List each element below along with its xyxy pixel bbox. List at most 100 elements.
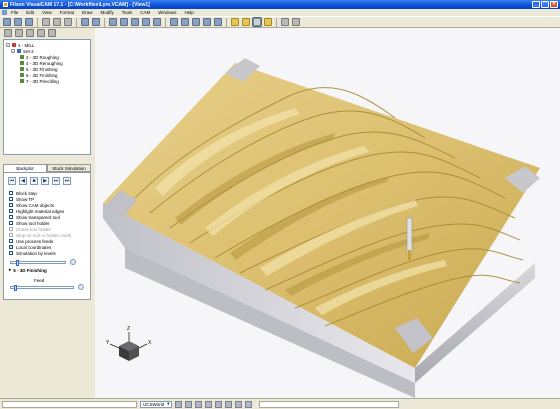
new-file-icon[interactable]: [3, 18, 11, 26]
copy-icon[interactable]: [53, 18, 61, 26]
menu-format[interactable]: Format: [60, 10, 74, 15]
menu-tools[interactable]: Tools: [122, 10, 133, 15]
snap-perp-icon[interactable]: [245, 400, 253, 408]
option-checkbox[interactable]: [9, 221, 13, 225]
tab-stock-simulation[interactable]: Stock Simulation: [47, 164, 91, 172]
graphics-viewport[interactable]: Y Z X: [95, 28, 560, 398]
option-checkbox[interactable]: ✓: [9, 245, 13, 249]
menu-file[interactable]: File: [11, 10, 18, 15]
tree-label: 2 - 3D Roughing: [26, 54, 59, 60]
cut-icon[interactable]: [42, 18, 50, 26]
snap-icon[interactable]: [281, 18, 289, 26]
option-checkbox[interactable]: [9, 215, 13, 219]
feed-reset-icon[interactable]: [78, 284, 84, 290]
undo-icon[interactable]: [81, 18, 89, 26]
redo-icon[interactable]: [92, 18, 100, 26]
option-checkbox[interactable]: [9, 197, 13, 201]
tree-regenerate-icon[interactable]: [37, 29, 45, 37]
maximize-button[interactable]: □: [541, 1, 549, 8]
chevron-down-icon[interactable]: ▾: [167, 401, 169, 407]
browser-pane: − 1 - MILL − Set-2 2 - 3D Roughing 4 - 3…: [0, 28, 94, 398]
option-row[interactable]: Stop on tool or holder crash: [9, 232, 71, 238]
tree-delete-icon[interactable]: [26, 29, 34, 37]
app-icon[interactable]: [3, 2, 8, 7]
feed-slider-thumb[interactable]: [14, 285, 18, 291]
step-slider-thumb[interactable]: [16, 260, 20, 266]
option-label: Show transparent tool: [16, 214, 60, 220]
rotate-icon[interactable]: [142, 18, 150, 26]
option-checkbox[interactable]: [9, 191, 13, 195]
stop-icon[interactable]: ■: [30, 177, 38, 185]
tab-backplot[interactable]: Backplot: [3, 164, 47, 172]
tree-label: 6 - 3D Finishing: [26, 72, 58, 78]
snap-center-icon[interactable]: [215, 400, 223, 408]
menu-draw[interactable]: Draw: [82, 10, 93, 15]
step-back-icon[interactable]: ◀: [19, 177, 27, 185]
status-bar: UCSWorld ▾: [0, 398, 560, 409]
step-slider[interactable]: [10, 260, 66, 266]
slider-reset-icon[interactable]: [70, 259, 76, 265]
snap-quad-icon[interactable]: [225, 400, 233, 408]
shaded-icon[interactable]: [231, 18, 239, 26]
grid-icon[interactable]: [292, 18, 300, 26]
wireframe-icon[interactable]: [242, 18, 250, 26]
option-row[interactable]: Simulation by levels: [9, 250, 71, 256]
tree-expand-icon[interactable]: [15, 29, 23, 37]
view-cube-icon[interactable]: [203, 18, 211, 26]
menu-windows[interactable]: Windows: [158, 10, 176, 15]
step-forward-icon[interactable]: ⏭: [52, 177, 60, 185]
tree-label: Set-2: [23, 48, 34, 54]
section-title: 5 - 3D Finishing: [13, 267, 47, 273]
option-checkbox[interactable]: [9, 203, 13, 207]
paste-icon[interactable]: [64, 18, 72, 26]
tree-op[interactable]: 7 - 3D Pencilling: [6, 78, 88, 84]
menu-view[interactable]: View: [42, 10, 52, 15]
option-checkbox[interactable]: [9, 251, 13, 255]
snap-intersect-icon[interactable]: [235, 400, 243, 408]
view-top-icon[interactable]: [170, 18, 178, 26]
tree-label: 5 - 3D Finishing: [26, 66, 58, 72]
menu-modify[interactable]: Modify: [101, 10, 114, 15]
tree-collapse-icon[interactable]: [4, 29, 12, 37]
open-file-icon[interactable]: [14, 18, 22, 26]
view-iso-icon[interactable]: [192, 18, 200, 26]
tree-settings-icon[interactable]: [48, 29, 56, 37]
snap-grid-icon[interactable]: [175, 400, 183, 408]
snap-point-icon[interactable]: [185, 400, 193, 408]
option-label: Check tool holder: [16, 226, 52, 232]
save-icon[interactable]: [25, 18, 33, 26]
fit-view-icon[interactable]: [153, 18, 161, 26]
ucs-selector[interactable]: UCSWorld ▾: [140, 400, 173, 408]
document-icon[interactable]: [2, 10, 7, 15]
snap-mid-icon[interactable]: [205, 400, 213, 408]
operation-icon: [20, 73, 24, 77]
section-header[interactable]: ▸ 5 - 3D Finishing: [9, 267, 47, 273]
close-button[interactable]: ✕: [550, 1, 558, 8]
option-checkbox: [9, 233, 13, 237]
toolbar-separator: [104, 17, 105, 27]
feed-slider[interactable]: [10, 285, 74, 291]
snap-end-icon[interactable]: [195, 400, 203, 408]
minimize-button[interactable]: _: [532, 1, 540, 8]
menu-cam[interactable]: CAM: [140, 10, 150, 15]
option-row[interactable]: Highlight material edges: [9, 208, 71, 214]
tree-toggle[interactable]: −: [6, 43, 10, 47]
print-icon[interactable]: [109, 18, 117, 26]
rewind-icon[interactable]: ⏮: [8, 177, 16, 185]
view-right-icon[interactable]: [214, 18, 222, 26]
option-checkbox[interactable]: [9, 209, 13, 213]
pan-icon[interactable]: [131, 18, 139, 26]
menu-help[interactable]: Help: [185, 10, 194, 15]
option-label: Show tool holder: [16, 220, 50, 226]
section-toggle-icon[interactable]: ▸: [9, 267, 11, 273]
view-front-icon[interactable]: [181, 18, 189, 26]
stock-display-icon[interactable]: [252, 17, 262, 27]
fast-forward-icon[interactable]: ⏭: [63, 177, 71, 185]
toolpath-display-icon[interactable]: [264, 18, 272, 26]
menu-edit[interactable]: Edit: [26, 10, 34, 15]
zoom-icon[interactable]: [120, 18, 128, 26]
play-icon[interactable]: ▶: [41, 177, 49, 185]
option-checkbox[interactable]: [9, 239, 13, 243]
playback-controls: ⏮ ◀ ■ ▶ ⏭ ⏭: [8, 177, 71, 185]
tree-toggle[interactable]: −: [11, 49, 15, 53]
